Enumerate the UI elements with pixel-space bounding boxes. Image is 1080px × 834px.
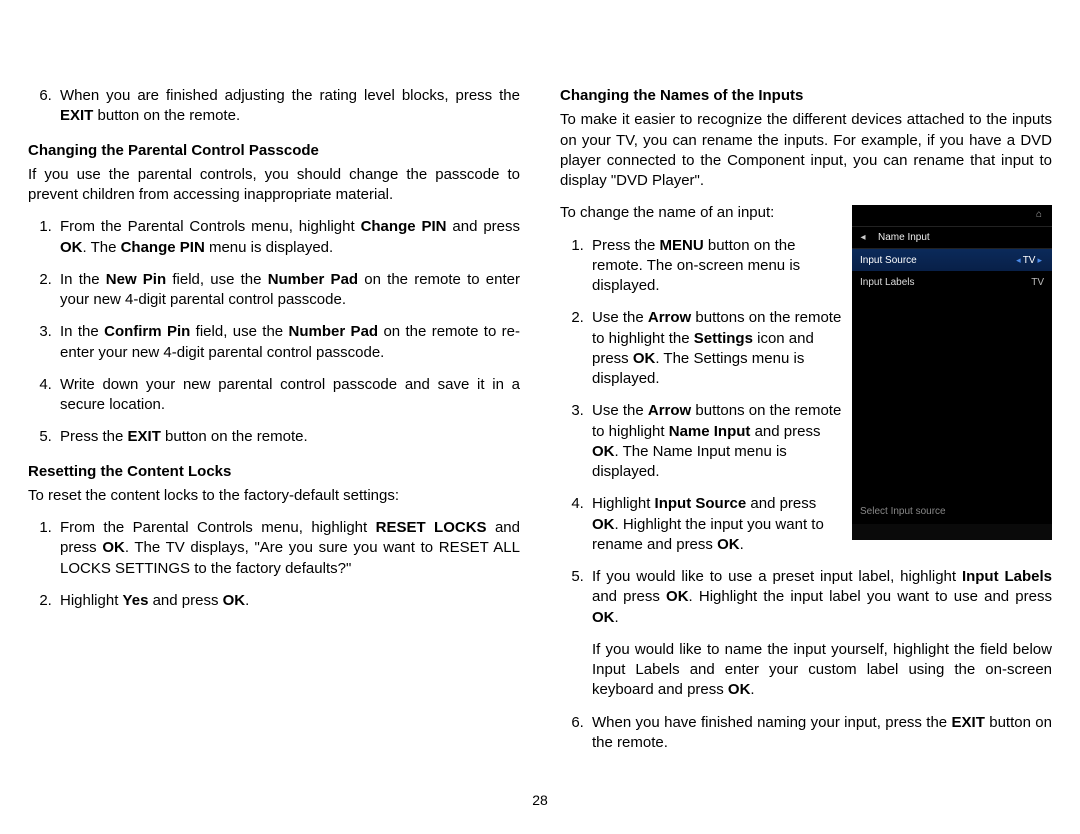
manual-page: When you are finished adjusting the rati…	[0, 0, 1080, 807]
tv-row-label: Input Labels	[860, 276, 915, 290]
inputs-step-5: If you would like to use a preset input …	[588, 567, 1052, 701]
tv-topbar: ⌂	[852, 205, 1052, 227]
text: button on the remote.	[93, 107, 240, 124]
back-arrow-icon: ◂	[852, 231, 874, 245]
tv-row-input-labels: Input Labels TV	[852, 271, 1052, 293]
step-6: When you are finished adjusting the rati…	[56, 86, 520, 127]
tv-title: Name Input	[874, 231, 1052, 245]
inputs-heading: Changing the Names of the Inputs	[560, 86, 1052, 106]
right-column: Changing the Names of the Inputs To make…	[550, 86, 1052, 767]
passcode-step-3: In the Confirm Pin field, use the Number…	[56, 322, 520, 363]
exit-bold: EXIT	[60, 107, 93, 124]
passcode-step-4: Write down your new parental control pas…	[56, 375, 520, 416]
triangle-right-icon: ▸	[1035, 255, 1044, 265]
inputs-intro: To make it easier to recognize the diffe…	[560, 110, 1052, 191]
tv-row-value: ◂TV▸	[1014, 254, 1044, 268]
tv-onscreen-menu: ⌂ ◂ Name Input Input Source ◂TV▸ Input L…	[852, 205, 1052, 540]
passcode-step-1: From the Parental Controls menu, highlig…	[56, 217, 520, 258]
passcode-step-2: In the New Pin field, use the Number Pad…	[56, 270, 520, 311]
tv-row-label: Input Source	[860, 254, 917, 268]
home-icon: ⌂	[1036, 210, 1046, 220]
left-column: When you are finished adjusting the rati…	[28, 86, 530, 767]
passcode-steps: From the Parental Controls menu, highlig…	[28, 217, 520, 447]
reset-steps: From the Parental Controls menu, highlig…	[28, 518, 520, 611]
triangle-left-icon: ◂	[1014, 255, 1023, 265]
reset-heading: Resetting the Content Locks	[28, 462, 520, 482]
tv-row-value: TV	[1031, 276, 1044, 290]
text: When you are finished adjusting the rati…	[60, 87, 520, 104]
reset-intro: To reset the content locks to the factor…	[28, 486, 520, 506]
passcode-heading: Changing the Parental Control Passcode	[28, 141, 520, 161]
passcode-intro: If you use the parental controls, you sh…	[28, 165, 520, 206]
passcode-step-5: Press the EXIT button on the remote.	[56, 427, 520, 447]
inputs-body: ⌂ ◂ Name Input Input Source ◂TV▸ Input L…	[560, 203, 1052, 767]
tv-title-row: ◂ Name Input	[852, 227, 1052, 249]
tv-row-input-source: Input Source ◂TV▸	[852, 249, 1052, 271]
tv-bottom-bar	[852, 524, 1052, 540]
inputs-step-6: When you have finished naming your input…	[588, 713, 1052, 754]
tv-hint: Select Input source	[860, 505, 946, 519]
reset-step-2: Highlight Yes and press OK.	[56, 591, 520, 611]
reset-step-1: From the Parental Controls menu, highlig…	[56, 518, 520, 579]
inputs-step-5-followup: If you would like to name the input your…	[592, 640, 1052, 701]
prior-step-list: When you are finished adjusting the rati…	[28, 86, 520, 127]
page-number: 28	[0, 791, 1080, 810]
